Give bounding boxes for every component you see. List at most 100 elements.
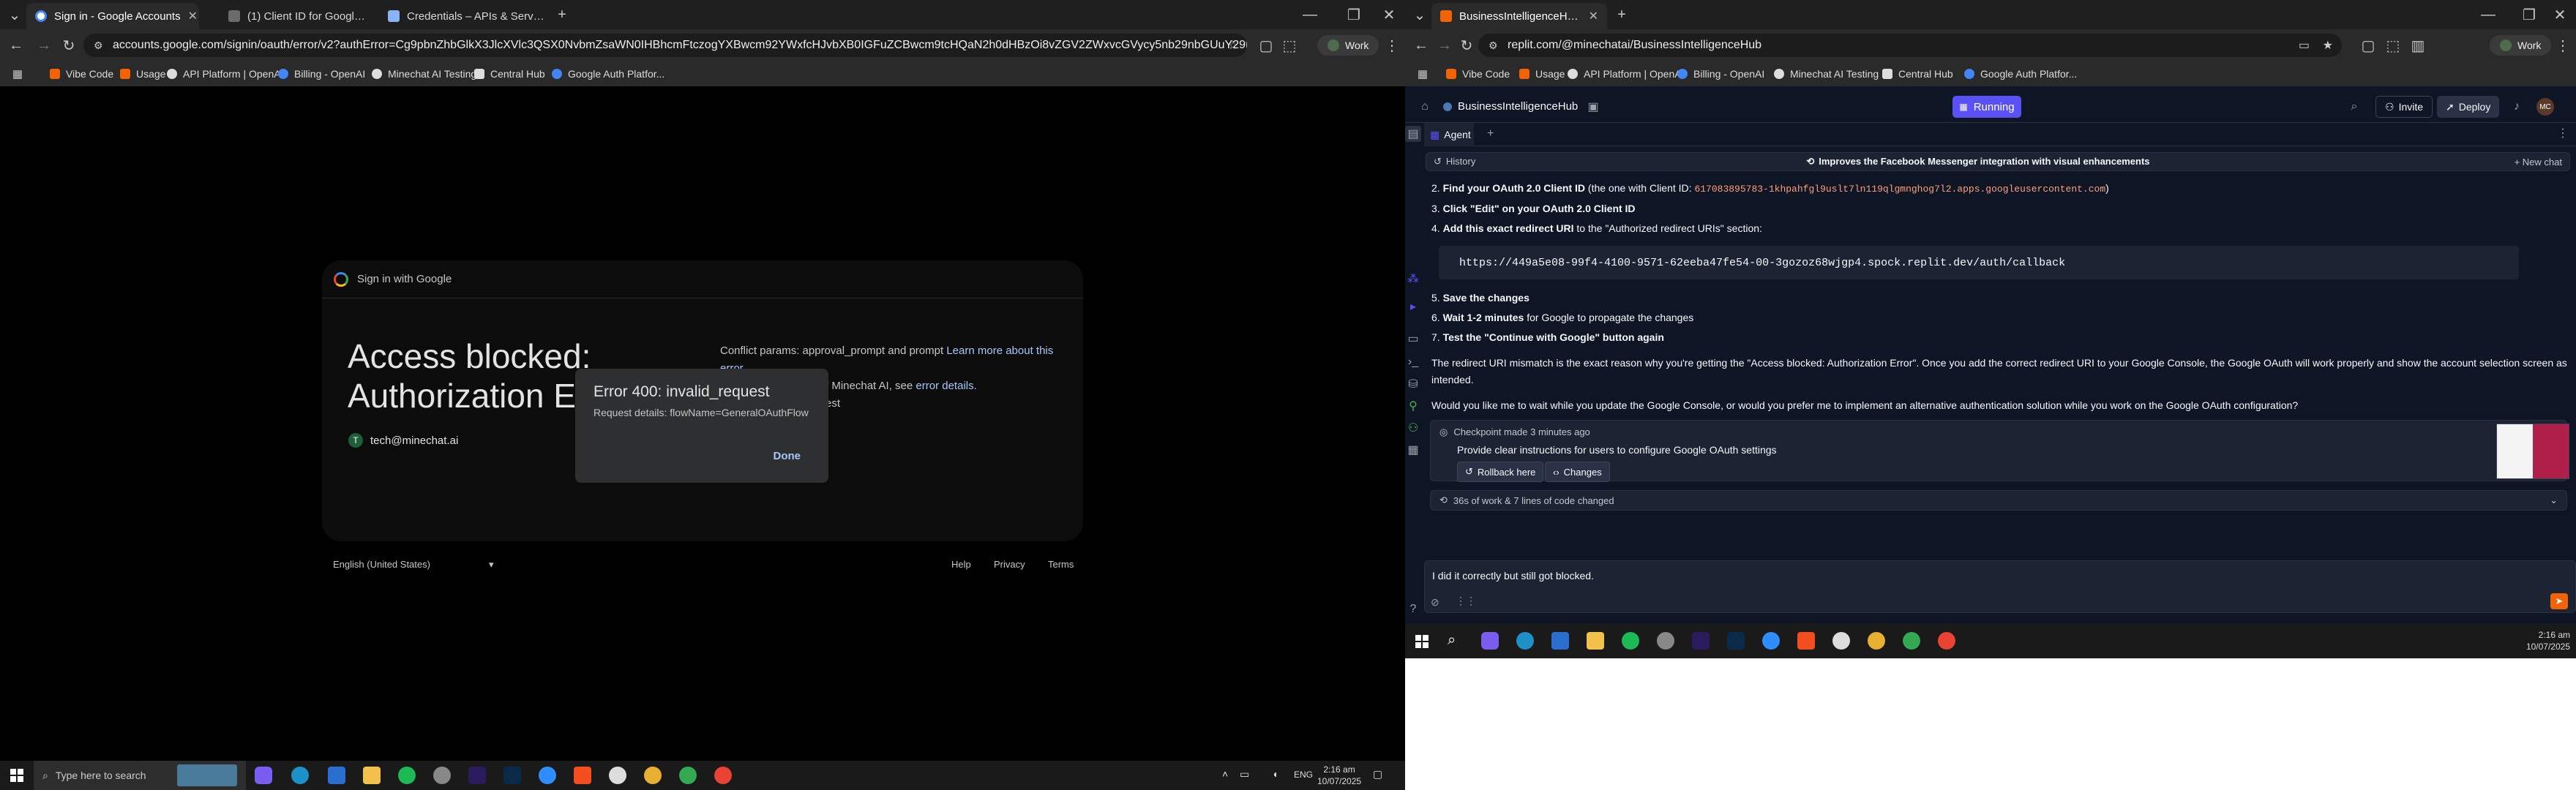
tab-client-id[interactable]: (1) Client ID for Google OAuth - ... [220,3,379,29]
tray-chevron-icon[interactable]: ˄ [1222,768,1228,780]
menu-icon[interactable]: ⋮ [2553,35,2573,56]
premiere-icon[interactable] [468,767,486,784]
new-tab-icon[interactable]: + [552,4,572,25]
shell-icon[interactable]: ▸ [1405,298,1421,315]
bookmark-central-hub[interactable]: Central Hub [474,61,545,86]
bookmark-vibe-code[interactable]: Vibe Code [1446,61,1510,86]
chrome-2-icon[interactable] [1868,632,1885,650]
chrome-profile-icon[interactable] [1938,632,1955,650]
close-tab-icon[interactable]: ✕ [188,9,198,23]
sidebar-toggle-icon[interactable]: ▥ [2408,35,2428,56]
privacy-link[interactable]: Privacy [994,559,1025,570]
git-icon[interactable]: ⁂ [1405,271,1421,287]
work-summary-bar[interactable]: ⟲ 36s of work & 7 lines of code changed … [1430,490,2567,511]
secrets-icon[interactable]: ⚲ [1405,398,1421,414]
extensions-icon[interactable]: ▢ [2358,35,2378,56]
chrome-active-icon[interactable] [1903,632,1920,650]
reload-icon[interactable]: ↻ [1456,35,1477,56]
chrome-2-icon[interactable] [644,767,662,784]
project-name[interactable]: BusinessIntelligenceHub [1458,100,1578,113]
profile-work-button[interactable]: Work [1317,35,1379,56]
windows-start-icon[interactable] [1415,635,1429,648]
language-indicator[interactable]: ENG [1294,770,1313,780]
bookmark-star-icon[interactable]: ☆ [1228,38,1238,53]
figma-icon[interactable] [574,767,591,784]
bookmark-central-hub[interactable]: Central Hub [1882,61,1953,86]
running-button[interactable]: ▦ Running [1952,96,2021,118]
minimize-icon[interactable]: — [2478,4,2498,25]
minimize-icon[interactable]: — [1300,4,1320,25]
preview-thumbnail[interactable] [2496,424,2569,479]
site-info-icon[interactable]: ⚙ [1489,40,1498,52]
search-icon[interactable]: ⌕ [2346,99,2362,115]
language-select[interactable]: English (United States) ▾ [333,559,493,571]
premiere-icon[interactable] [1692,632,1710,650]
volume-icon[interactable]: ◖ [1272,768,1278,780]
panel-menu-icon[interactable]: ⋮ [2557,126,2569,140]
changes-button[interactable]: ‹› Changes [1545,462,1610,482]
settings-gear-icon[interactable] [433,767,451,784]
notifications-bell-icon[interactable]: ♪ [2509,99,2525,115]
close-tab-icon[interactable]: ✕ [1589,9,1598,23]
bookmark-google-auth[interactable]: Google Auth Platfor... [552,61,664,86]
bookmark-api-platform[interactable]: API Platform | OpenAI [167,61,283,86]
back-icon[interactable]: ← [1411,35,1431,56]
tools-icon[interactable]: ⋮⋮ [1456,595,1476,607]
error-details-link[interactable]: error details. [916,380,976,392]
account-chip[interactable]: T tech@minechat.ai [348,433,458,448]
left-address-bar[interactable]: ⚙ accounts.google.com/signin/oauth/error… [83,34,1247,57]
network-icon[interactable]: ▭ [1240,768,1249,780]
chrome-profile-icon[interactable] [714,767,732,784]
help-link[interactable]: Help [951,559,971,570]
taskbar-search-box[interactable]: ⌕ Type here to search [34,761,246,790]
bookmark-vibe-code[interactable]: Vibe Code [50,61,113,86]
photoshop-icon[interactable] [503,767,521,784]
spotify-icon[interactable] [1622,632,1639,650]
search-icon[interactable]: ⌕ [1448,632,1456,649]
bookmark-api-platform[interactable]: API Platform | OpenAI [1568,61,1684,86]
zoom-icon[interactable] [1762,632,1780,650]
bookmark-star-icon[interactable]: ★ [2323,38,2333,53]
home-icon[interactable]: ⌂ [1417,99,1433,115]
console-icon[interactable]: ›_ [1405,354,1421,370]
new-tab-icon[interactable]: + [1611,4,1632,25]
deploy-button[interactable]: ➚ Deploy [2437,96,2500,118]
notifications-icon[interactable]: ▢ [1373,768,1382,780]
profile-work-button[interactable]: Work [2490,35,2552,56]
redirect-uri-code-block[interactable]: https://449a5e08-99f4-4100-9571-62eeba47… [1439,246,2519,279]
bookmark-billing[interactable]: Billing - OpenAI [278,61,365,86]
edge-icon[interactable] [291,767,309,784]
edge-icon[interactable] [1516,632,1534,650]
users-icon[interactable]: ⚇ [1405,420,1421,436]
settings-gear-icon[interactable] [1657,632,1674,650]
tools-grid-icon[interactable]: ▦ [1405,442,1421,458]
file-explorer-icon[interactable] [1587,632,1604,650]
restore-icon[interactable]: ❐ [1344,4,1364,25]
clock[interactable]: 2:16 am 10/07/2025 [2517,629,2570,652]
preview-icon[interactable]: ▭ [1405,331,1421,347]
project-settings-icon[interactable]: ▣ [1585,99,1601,115]
learn-more-link[interactable]: Learn more about this [946,345,1053,357]
history-button[interactable]: ↺ History [1434,156,1475,168]
site-info-icon[interactable]: ⚙ [94,40,103,52]
copilot-icon[interactable] [1481,632,1499,650]
database-icon[interactable]: ⛁ [1405,376,1421,392]
install-app-icon[interactable]: ▭ [2299,38,2310,53]
extensions-icon[interactable]: ▢ [1256,35,1276,56]
tab-search-icon[interactable]: ⌄ [1409,4,1430,25]
reload-icon[interactable]: ↻ [59,35,79,56]
user-avatar[interactable]: MC [2536,98,2554,116]
files-icon[interactable]: ▤ [1405,126,1421,142]
zoom-icon[interactable] [539,767,556,784]
help-icon[interactable]: ? [1405,601,1421,617]
store-icon[interactable] [1551,632,1569,650]
bookmark-minechat[interactable]: Minechat AI Testing [372,61,476,86]
bookmark-usage[interactable]: Usage [120,61,165,86]
bookmark-usage[interactable]: Usage [1519,61,1565,86]
back-icon[interactable]: ← [6,35,26,56]
add-tab-icon[interactable]: + [1487,127,1494,140]
attach-icon[interactable]: ⊘ [1431,596,1439,609]
forward-icon[interactable]: → [1434,35,1455,56]
close-window-icon[interactable]: ✕ [2550,4,2570,25]
forward-icon[interactable]: → [34,35,54,56]
